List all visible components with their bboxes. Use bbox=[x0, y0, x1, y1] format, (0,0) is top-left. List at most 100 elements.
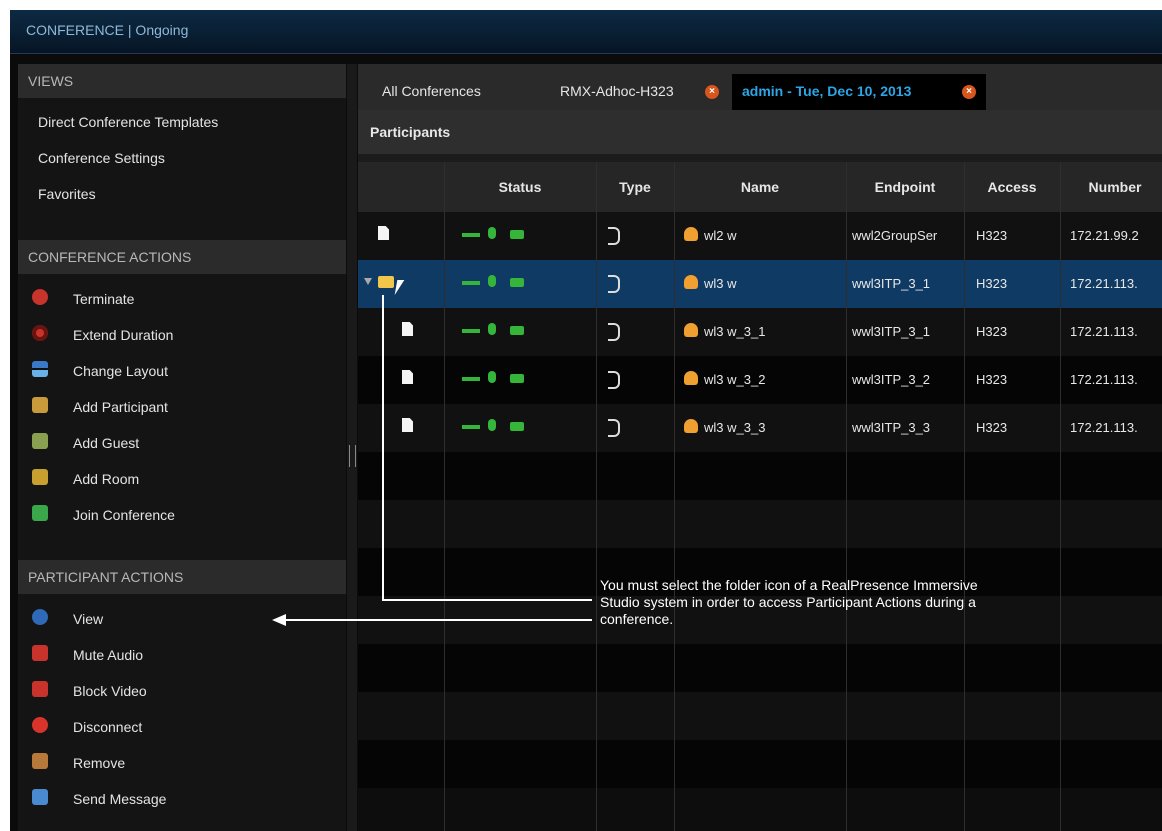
app-window: CONFERENCE | Ongoing VIEWS Direct Confer… bbox=[10, 10, 1162, 831]
participants-table: Status Type Name Endpoint Access Number … bbox=[358, 162, 1162, 831]
audio-status-icon bbox=[488, 419, 496, 431]
participant-user-icon bbox=[684, 323, 698, 337]
view-direct-conference-templates[interactable]: Direct Conference Templates bbox=[18, 106, 346, 140]
main-panel: All Conferences RMX-Adhoc-H323 × admin -… bbox=[358, 64, 1162, 831]
extend-duration-icon bbox=[32, 325, 48, 341]
empty-row bbox=[358, 452, 1162, 500]
participant-number: 172.21.113. bbox=[1070, 324, 1138, 339]
participant-access: H323 bbox=[976, 372, 1008, 387]
document-icon bbox=[402, 418, 413, 432]
column-header-icon[interactable] bbox=[358, 162, 444, 212]
column-header-number[interactable]: Number bbox=[1060, 162, 1162, 212]
dial-type-icon bbox=[608, 323, 620, 341]
send-message-button[interactable]: Send Message bbox=[18, 782, 346, 816]
sidebar: VIEWS Direct Conference Templates Confer… bbox=[18, 64, 346, 831]
participant-name: wl3 w_3_1 bbox=[704, 324, 766, 339]
connected-status-icon bbox=[462, 329, 480, 333]
connected-status-icon bbox=[462, 233, 480, 237]
remove-button[interactable]: Remove bbox=[18, 746, 346, 780]
column-header-name[interactable]: Name bbox=[674, 162, 846, 212]
participant-access: H323 bbox=[976, 324, 1008, 339]
empty-row bbox=[358, 740, 1162, 788]
add-participant-icon bbox=[32, 397, 48, 413]
block-video-icon bbox=[32, 681, 48, 697]
dial-type-icon bbox=[608, 275, 620, 293]
disconnect-button[interactable]: Disconnect bbox=[18, 710, 346, 744]
audio-status-icon bbox=[488, 227, 496, 239]
participant-endpoint: wwl3ITP_3_2 bbox=[852, 372, 931, 387]
column-header-access[interactable]: Access bbox=[964, 162, 1060, 212]
mute-audio-icon bbox=[32, 645, 48, 661]
add-participant-button[interactable]: Add Participant bbox=[18, 390, 346, 424]
table-row[interactable]: wl2 w wwl2GroupSer H323 172.21.99.2 bbox=[358, 212, 1162, 260]
video-status-icon bbox=[510, 278, 524, 287]
mute-audio-button[interactable]: Mute Audio bbox=[18, 638, 346, 672]
table-row[interactable]: wl3 w_3_2 wwl3ITP_3_2 H323 172.21.113. bbox=[358, 356, 1162, 404]
tab-bar: All Conferences RMX-Adhoc-H323 × admin -… bbox=[358, 64, 1162, 110]
table-header: Status Type Name Endpoint Access Number bbox=[358, 162, 1162, 212]
join-conference-button[interactable]: Join Conference bbox=[18, 498, 346, 532]
block-video-button[interactable]: Block Video bbox=[18, 674, 346, 708]
title-bar: CONFERENCE | Ongoing bbox=[10, 10, 1162, 54]
remove-icon bbox=[32, 753, 48, 769]
participant-number: 172.21.113. bbox=[1070, 420, 1138, 435]
participant-name: wl3 w_3_3 bbox=[704, 420, 766, 435]
participant-access: H323 bbox=[976, 276, 1008, 291]
audio-status-icon bbox=[488, 371, 496, 383]
connected-status-icon bbox=[462, 281, 480, 285]
terminate-button[interactable]: Terminate bbox=[18, 282, 346, 316]
folder-icon[interactable] bbox=[378, 276, 394, 288]
send-message-icon bbox=[32, 789, 48, 805]
add-room-button[interactable]: Add Room bbox=[18, 462, 346, 496]
participants-heading: Participants bbox=[358, 110, 1162, 154]
column-header-type[interactable]: Type bbox=[596, 162, 674, 212]
view-favorites[interactable]: Favorites bbox=[18, 178, 346, 212]
video-status-icon bbox=[510, 230, 524, 239]
dial-type-icon bbox=[608, 227, 620, 245]
view-conference-settings[interactable]: Conference Settings bbox=[18, 142, 346, 176]
extend-duration-button[interactable]: Extend Duration bbox=[18, 318, 346, 352]
tab-admin-conference[interactable]: admin - Tue, Dec 10, 2013 × bbox=[732, 74, 986, 110]
change-layout-button[interactable]: Change Layout bbox=[18, 354, 346, 388]
table-row[interactable]: wl3 w wwl3ITP_3_1 H323 172.21.113. bbox=[358, 260, 1162, 308]
participant-endpoint: wwl3ITP_3_1 bbox=[852, 324, 931, 339]
view-icon bbox=[32, 609, 48, 625]
participant-name: wl2 w bbox=[704, 228, 737, 243]
audio-status-icon bbox=[488, 323, 496, 335]
connected-status-icon bbox=[462, 425, 480, 429]
tab-rmx-adhoc-h323[interactable]: RMX-Adhoc-H323 × bbox=[550, 74, 726, 110]
close-tab-icon[interactable]: × bbox=[705, 85, 719, 99]
participant-access: H323 bbox=[976, 228, 1008, 243]
close-tab-icon[interactable]: × bbox=[962, 85, 976, 99]
add-guest-icon bbox=[32, 433, 48, 449]
participant-endpoint: wwl3ITP_3_1 bbox=[852, 276, 931, 291]
empty-row bbox=[358, 692, 1162, 740]
participant-endpoint: wwl3ITP_3_3 bbox=[852, 420, 931, 435]
mouse-cursor-icon bbox=[394, 280, 405, 295]
splitter-grip-icon[interactable] bbox=[349, 445, 356, 467]
dial-type-icon bbox=[608, 371, 620, 389]
layout-icon bbox=[32, 361, 48, 377]
views-heading: VIEWS bbox=[18, 64, 346, 98]
document-icon bbox=[378, 226, 389, 240]
column-header-status[interactable]: Status bbox=[444, 162, 596, 212]
add-room-icon bbox=[32, 469, 48, 485]
table-row[interactable]: wl3 w_3_3 wwl3ITP_3_3 H323 172.21.113. bbox=[358, 404, 1162, 452]
callout-text: You must select the folder icon of a Rea… bbox=[600, 577, 978, 627]
tab-all-conferences[interactable]: All Conferences bbox=[372, 74, 542, 110]
table-row[interactable]: wl3 w_3_1 wwl3ITP_3_1 H323 172.21.113. bbox=[358, 308, 1162, 356]
conference-actions-heading: CONFERENCE ACTIONS bbox=[18, 240, 346, 274]
participant-endpoint: wwl2GroupSer bbox=[852, 228, 938, 243]
join-conference-icon bbox=[32, 505, 48, 521]
video-status-icon bbox=[510, 422, 524, 431]
add-guest-button[interactable]: Add Guest bbox=[18, 426, 346, 460]
participant-user-icon bbox=[684, 275, 698, 289]
participant-number: 172.21.113. bbox=[1070, 276, 1138, 291]
callout-line-vertical bbox=[382, 295, 384, 601]
terminate-icon bbox=[32, 289, 48, 305]
participant-user-icon bbox=[684, 227, 698, 241]
expand-triangle-icon[interactable] bbox=[364, 278, 372, 285]
callout-line-horizontal bbox=[382, 599, 592, 601]
participant-name: wl3 w bbox=[704, 276, 737, 291]
column-header-endpoint[interactable]: Endpoint bbox=[846, 162, 964, 212]
